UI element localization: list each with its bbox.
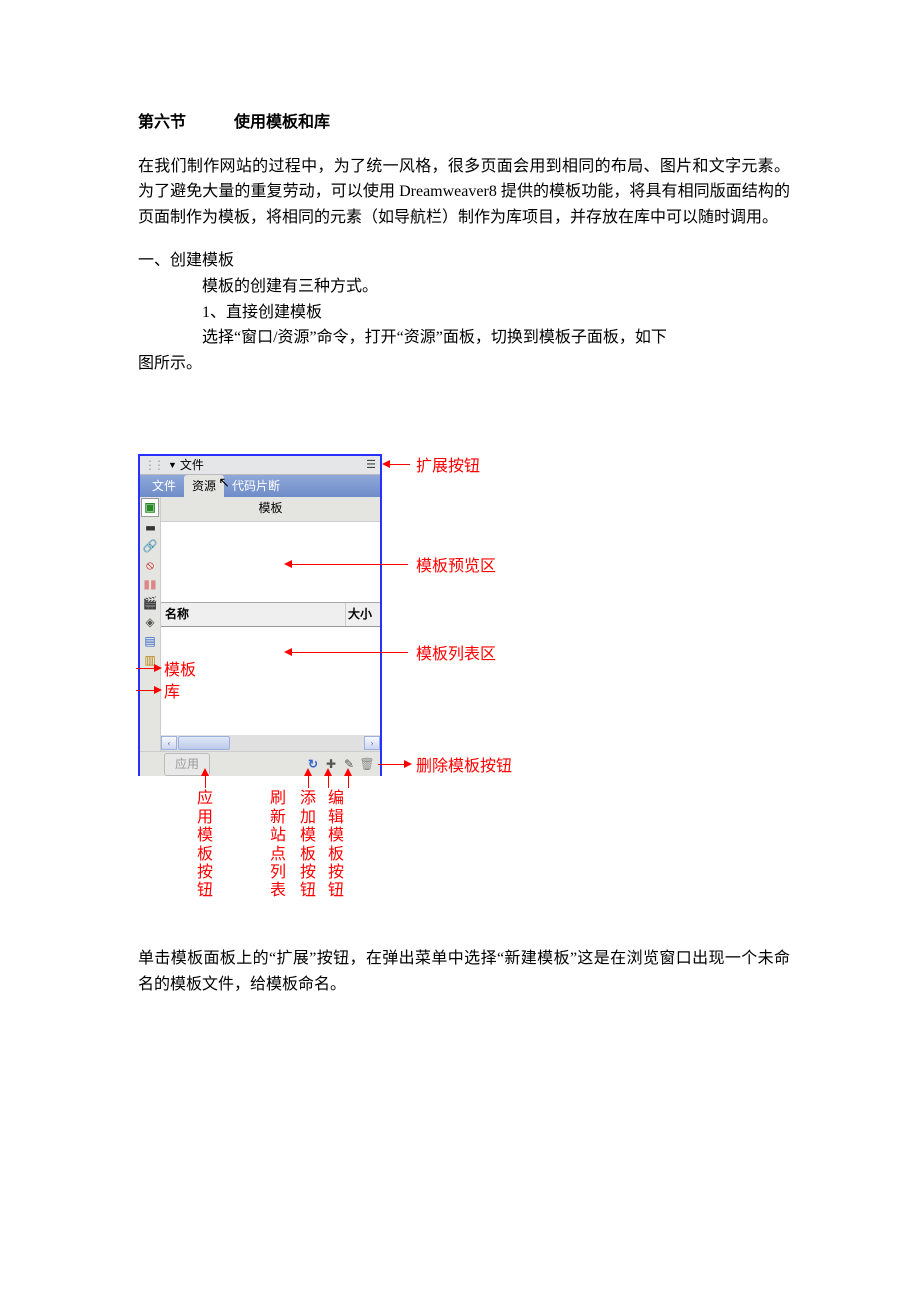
template-preview-area	[161, 522, 380, 603]
callout-arrow	[308, 772, 309, 773]
images-icon[interactable]: ▣	[141, 498, 159, 517]
shockwave-icon[interactable]: ▮▮	[140, 575, 160, 594]
callout-add: 添加模板按钮	[300, 790, 316, 900]
callout-expand: 扩展按钮	[416, 454, 480, 480]
horizontal-scrollbar[interactable]: ‹ ›	[161, 735, 380, 751]
subsection-1-line1: 模板的创建有三种方式。	[138, 274, 790, 300]
callout-arrow	[288, 652, 408, 653]
subsection-1: 一、创建模板	[138, 248, 790, 274]
callout-arrow	[288, 564, 408, 565]
callout-arrow	[136, 668, 158, 669]
assets-panel: ⋮⋮ ▼ 文件 ☰ 文件 资源 ↖ 代码片断 ▣ ■■ 🔗 ⦸	[138, 454, 382, 776]
callout-refresh: 刷新站点列表	[270, 790, 286, 900]
callout-list: 模板列表区	[416, 642, 496, 668]
col-name[interactable]: 名称	[161, 603, 346, 626]
panel-titlebar[interactable]: ⋮⋮ ▼ 文件 ☰	[140, 456, 380, 475]
callout-arrow	[328, 772, 329, 773]
callout-preview: 模板预览区	[416, 554, 496, 580]
paragraph-2: 单击模板面板上的“扩展”按钮，在弹出菜单中选择“新建模板”这是在浏览窗口出现一个…	[138, 946, 790, 997]
tab-assets-label: 资源	[192, 479, 216, 493]
scroll-right-icon[interactable]: ›	[364, 736, 380, 750]
collapse-triangle-icon[interactable]: ▼	[168, 458, 177, 472]
intro-paragraph: 在我们制作网站的过程中，为了统一风格，很多页面会用到相同的布局、图片和文字元素。…	[138, 154, 790, 231]
col-size[interactable]: 大小	[346, 603, 380, 626]
callout-arrow	[386, 464, 410, 465]
callout-arrow	[205, 772, 206, 773]
movies-icon[interactable]: 🎬	[140, 594, 160, 613]
section-title: 第六节 使用模板和库	[138, 110, 790, 136]
urls-icon[interactable]: 🔗	[140, 537, 160, 556]
panel-group-title: 文件	[180, 456, 204, 475]
callout-delete: 删除模板按钮	[416, 754, 512, 780]
tab-files[interactable]: 文件	[144, 475, 184, 497]
flash-icon[interactable]: ⦸	[140, 556, 160, 575]
subsection-1-line2: 1、直接创建模板	[138, 300, 790, 326]
scripts-icon[interactable]: ◈	[140, 613, 160, 632]
subsection-1-line3-cont: 图所示。	[138, 351, 790, 377]
colors-icon[interactable]: ■■	[140, 518, 160, 537]
expand-menu-icon[interactable]: ☰	[366, 457, 376, 475]
grip-icon: ⋮⋮	[144, 456, 162, 475]
tab-snippets[interactable]: 代码片断	[224, 475, 288, 497]
tab-assets[interactable]: 资源 ↖	[184, 475, 224, 497]
assets-panel-figure: ⋮⋮ ▼ 文件 ☰ 文件 资源 ↖ 代码片断 ▣ ■■ 🔗 ⦸	[128, 436, 648, 926]
scroll-left-icon[interactable]: ‹	[161, 736, 177, 750]
callout-edit: 编辑模板按钮	[328, 790, 344, 900]
cursor-icon: ↖	[218, 473, 230, 495]
delete-template-icon[interactable]: 🗑	[359, 755, 375, 774]
callout-arrow	[348, 772, 349, 773]
asset-type-sidebar: ▣ ■■ 🔗 ⦸ ▮▮ 🎬 ◈ ▤ ▥	[140, 497, 161, 751]
panel-tabs: 文件 资源 ↖ 代码片断	[140, 475, 380, 497]
subsection-1-line3: 选择“窗口/资源”命令，打开“资源”面板，切换到模板子面板，如下	[138, 325, 790, 351]
callout-arrow	[378, 764, 408, 765]
list-header: 名称 大小	[161, 603, 380, 627]
templates-icon[interactable]: ▤	[140, 632, 160, 651]
asset-subhead: 模板	[161, 497, 380, 521]
callout-library-label: 库	[164, 680, 180, 706]
callout-arrow	[136, 690, 158, 691]
scroll-thumb[interactable]	[178, 736, 230, 750]
callout-apply-btn: 应用模板按钮	[197, 790, 213, 900]
